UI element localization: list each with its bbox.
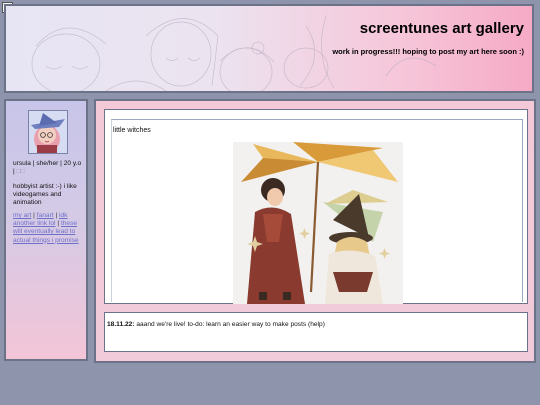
update-date: 18.11.22: [107,321,135,328]
avatar-illustration [29,111,67,153]
link-separator: | [33,212,35,219]
about-text: hobbyist artist :-) i like videogames an… [13,183,77,207]
sidebar-links: my art | fanart | idk another link lol |… [13,212,83,245]
link-my-art[interactable]: my art [13,212,31,219]
site-title: screentunes art gallery [359,20,524,37]
profile-sidebar: ursula | she/her | 20 y.o | □□ hobbyist … [4,99,88,361]
bio-line: ursula | she/her | 20 y.o | □□ [13,160,83,176]
update-text: aaand we're live! to-do: learn an easier… [136,321,325,328]
artwork-image[interactable] [233,142,403,304]
witches-illustration [233,142,403,304]
main-content: little witches 18.11.22: aaand we're liv… [94,99,536,363]
link-separator: | [57,220,60,228]
link-fanart[interactable]: fanart [37,212,54,219]
site-subtitle: work in progress!!! hoping to post my ar… [332,47,524,56]
post-card: little witches [104,109,528,304]
header-banner: screentunes art gallery work in progress… [4,4,534,93]
bio-flags: □□ [16,168,25,176]
post-title: little witches [113,127,151,134]
update-entry: 18.11.22: aaand we're live! to-do: learn… [107,321,325,328]
avatar [28,110,68,154]
link-separator: | [55,212,58,219]
update-log: 18.11.22: aaand we're live! to-do: learn… [104,312,528,352]
